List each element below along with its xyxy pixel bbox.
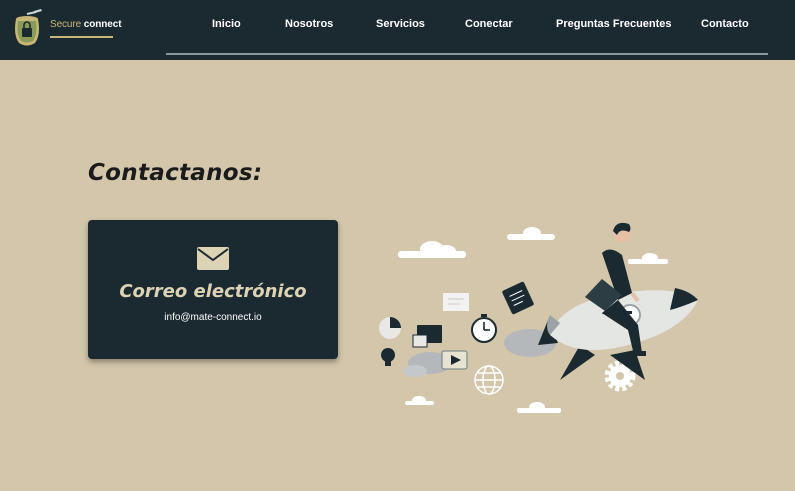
globe-icon: [474, 365, 504, 395]
cloud-icon: [405, 396, 434, 405]
envelope-icon: [197, 247, 229, 270]
navbar: Secure connect Inicio Nosotros Servicios…: [0, 0, 795, 60]
clipboard-icon: [502, 281, 534, 315]
nav-item-inicio[interactable]: Inicio: [212, 18, 241, 30]
nav-item-nosotros[interactable]: Nosotros: [285, 18, 333, 30]
brand-name[interactable]: Secure connect: [50, 19, 122, 30]
brand-name-secure: Secure: [50, 19, 82, 30]
stopwatch-icon: [471, 314, 497, 343]
cloud-icon: [507, 227, 555, 240]
monitor-icon: [412, 325, 442, 348]
pie-chart-icon: [379, 317, 401, 339]
nav-item-conectar[interactable]: Conectar: [465, 18, 513, 30]
rocket-illustration: [379, 222, 698, 413]
card-title: Correo electrónico: [119, 281, 307, 302]
brand-name-connect: connect: [83, 19, 122, 30]
mate-logo-icon[interactable]: [10, 9, 44, 47]
nav-divider: [166, 53, 768, 55]
play-icon: [441, 350, 468, 370]
document-icon: [443, 293, 469, 311]
page-title: Contactanos:: [88, 160, 263, 186]
nav-item-preguntas-frecuentes[interactable]: Preguntas Frecuentes: [556, 18, 672, 30]
brand-underline: [50, 36, 113, 38]
lightbulb-icon: [381, 348, 395, 366]
cloud-icon: [517, 402, 561, 413]
cloud-icon: [398, 241, 466, 258]
nav-item-servicios[interactable]: Servicios: [376, 18, 425, 30]
email-link[interactable]: info@mate-connect.io: [88, 312, 338, 323]
email-contact-card[interactable]: Correo electrónico info@mate-connect.io: [88, 220, 338, 359]
nav-item-contacto[interactable]: Contacto: [701, 18, 749, 30]
cloud-icon: [628, 253, 668, 264]
